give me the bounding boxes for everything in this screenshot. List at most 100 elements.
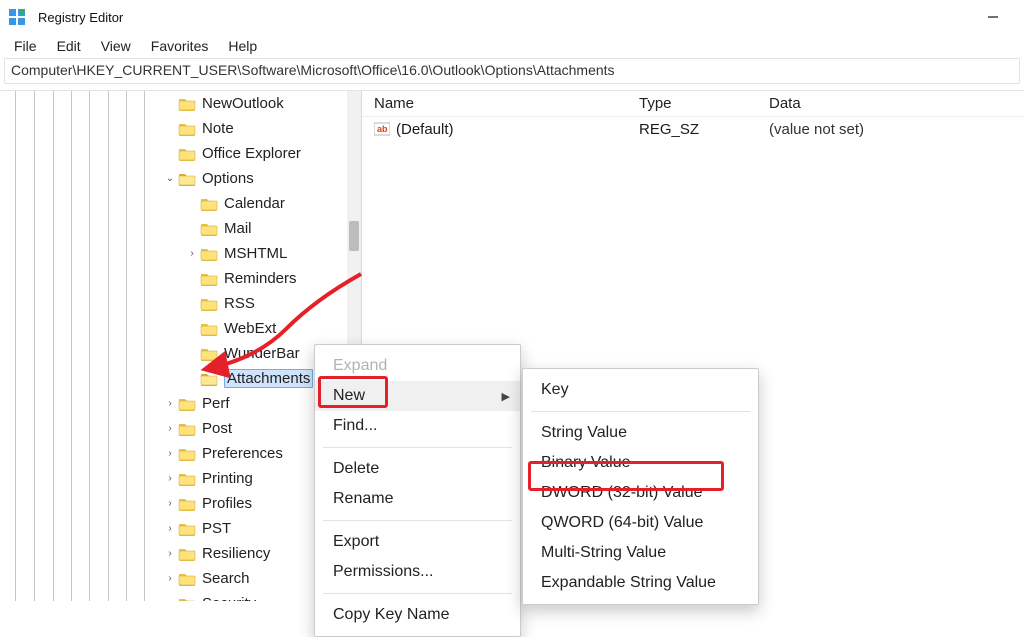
tree-item-label: Perf bbox=[202, 395, 230, 412]
ctx-separator bbox=[531, 411, 750, 412]
tree-item-label: Office Explorer bbox=[202, 145, 301, 162]
folder-icon bbox=[200, 196, 218, 211]
new-dword-value[interactable]: DWORD (32-bit) Value bbox=[523, 478, 758, 508]
folder-icon bbox=[178, 471, 196, 486]
tree-item[interactable]: › Profiles bbox=[0, 491, 361, 516]
menu-edit[interactable]: Edit bbox=[49, 36, 89, 56]
col-name[interactable]: Name bbox=[362, 95, 627, 112]
new-binary-value[interactable]: Binary Value bbox=[523, 448, 758, 478]
tree-item[interactable]: Office Explorer bbox=[0, 141, 361, 166]
chevron-right-icon[interactable]: › bbox=[162, 573, 178, 584]
context-submenu-new: Key String Value Binary Value DWORD (32-… bbox=[522, 368, 759, 605]
ctx-new-label: New bbox=[333, 387, 365, 405]
value-columns: Name Type Data bbox=[362, 91, 1024, 117]
value-name: (Default) bbox=[396, 121, 454, 138]
tree-item-label: PST bbox=[202, 520, 231, 537]
tree-item[interactable]: › Printing bbox=[0, 466, 361, 491]
key-tree[interactable]: NewOutlook Note Office Explorer ⌄ Options… bbox=[0, 91, 362, 601]
ctx-delete[interactable]: Delete bbox=[315, 454, 520, 484]
tree-item-label: MSHTML bbox=[224, 245, 287, 262]
folder-icon bbox=[200, 321, 218, 336]
menu-file[interactable]: File bbox=[6, 36, 45, 56]
tree-item[interactable]: RSS bbox=[0, 291, 361, 316]
value-data: (value not set) bbox=[757, 121, 1024, 138]
menu-help[interactable]: Help bbox=[220, 36, 265, 56]
ctx-copykeyname[interactable]: Copy Key Name bbox=[315, 600, 520, 630]
tree-item[interactable]: Calendar bbox=[0, 191, 361, 216]
tree-item[interactable]: › Perf bbox=[0, 391, 361, 416]
chevron-right-icon[interactable]: › bbox=[184, 248, 200, 259]
tree-item[interactable]: Mail bbox=[0, 216, 361, 241]
col-type[interactable]: Type bbox=[627, 95, 757, 112]
tree-item[interactable]: Attachments bbox=[0, 366, 361, 391]
address-bar[interactable]: Computer\HKEY_CURRENT_USER\Software\Micr… bbox=[4, 58, 1020, 84]
tree-item-label: Reminders bbox=[224, 270, 297, 287]
tree-item[interactable]: › Security bbox=[0, 591, 361, 601]
chevron-right-icon[interactable]: › bbox=[162, 448, 178, 459]
tree-item[interactable]: WebExt bbox=[0, 316, 361, 341]
tree-item[interactable]: › Resiliency bbox=[0, 541, 361, 566]
tree-item-label: Post bbox=[202, 420, 232, 437]
tree-item[interactable]: Reminders bbox=[0, 266, 361, 291]
new-multistring-value[interactable]: Multi-String Value bbox=[523, 538, 758, 568]
folder-icon bbox=[178, 521, 196, 536]
svg-text:ab: ab bbox=[377, 124, 388, 134]
tree-item[interactable]: NewOutlook bbox=[0, 91, 361, 116]
menu-view[interactable]: View bbox=[93, 36, 139, 56]
chevron-right-icon[interactable]: › bbox=[162, 473, 178, 484]
tree-item[interactable]: › Search bbox=[0, 566, 361, 591]
folder-icon bbox=[178, 121, 196, 136]
tree-item-label: Note bbox=[202, 120, 234, 137]
folder-icon bbox=[178, 96, 196, 111]
new-string-value[interactable]: String Value bbox=[523, 418, 758, 448]
tree-item[interactable]: › Post bbox=[0, 416, 361, 441]
registry-app-icon bbox=[8, 8, 26, 26]
tree-item[interactable]: › Preferences bbox=[0, 441, 361, 466]
col-data[interactable]: Data bbox=[757, 95, 1024, 112]
tree-item[interactable]: › PST bbox=[0, 516, 361, 541]
ctx-separator bbox=[323, 593, 512, 594]
folder-icon bbox=[178, 546, 196, 561]
menubar: File Edit View Favorites Help bbox=[0, 34, 1024, 58]
value-row[interactable]: ab (Default) REG_SZ (value not set) bbox=[362, 117, 1024, 141]
new-qword-value[interactable]: QWORD (64-bit) Value bbox=[523, 508, 758, 538]
chevron-right-icon[interactable]: › bbox=[162, 548, 178, 559]
ctx-rename[interactable]: Rename bbox=[315, 484, 520, 514]
new-key[interactable]: Key bbox=[523, 375, 758, 405]
tree-scroll-thumb[interactable] bbox=[349, 221, 359, 251]
tree-item[interactable]: ⌄ Options bbox=[0, 166, 361, 191]
ctx-expand: Expand bbox=[315, 351, 520, 381]
chevron-right-icon[interactable]: › bbox=[162, 523, 178, 534]
new-expandablestring-value[interactable]: Expandable String Value bbox=[523, 568, 758, 598]
string-value-icon: ab bbox=[374, 121, 390, 137]
ctx-separator bbox=[323, 520, 512, 521]
ctx-new[interactable]: New ▶ bbox=[315, 381, 520, 411]
ctx-export[interactable]: Export bbox=[315, 527, 520, 557]
ctx-permissions[interactable]: Permissions... bbox=[315, 557, 520, 587]
tree-item-label: Search bbox=[202, 570, 250, 587]
menu-favorites[interactable]: Favorites bbox=[143, 36, 217, 56]
tree-item-label: Options bbox=[202, 170, 254, 187]
minimize-button[interactable] bbox=[970, 2, 1016, 32]
chevron-right-icon[interactable]: › bbox=[162, 498, 178, 509]
folder-icon bbox=[178, 396, 196, 411]
titlebar: Registry Editor bbox=[0, 0, 1024, 34]
tree-item[interactable]: WunderBar bbox=[0, 341, 361, 366]
chevron-right-icon[interactable]: › bbox=[162, 398, 178, 409]
chevron-down-icon[interactable]: ⌄ bbox=[162, 173, 178, 184]
chevron-right-icon[interactable]: › bbox=[162, 423, 178, 434]
folder-icon bbox=[200, 246, 218, 261]
tree-item[interactable]: › MSHTML bbox=[0, 241, 361, 266]
tree-item-label: WebExt bbox=[224, 320, 276, 337]
folder-icon bbox=[178, 421, 196, 436]
value-type: REG_SZ bbox=[627, 121, 757, 138]
context-menu: Expand New ▶ Find... Delete Rename Expor… bbox=[314, 344, 521, 637]
tree-item-label: NewOutlook bbox=[202, 95, 284, 112]
window-title: Registry Editor bbox=[38, 10, 123, 25]
registry-editor-window: Registry Editor File Edit View Favorites… bbox=[0, 0, 1024, 601]
ctx-find[interactable]: Find... bbox=[315, 411, 520, 441]
tree-item-label: Attachments bbox=[224, 369, 313, 388]
folder-icon bbox=[178, 596, 196, 601]
folder-icon bbox=[200, 221, 218, 236]
tree-item[interactable]: Note bbox=[0, 116, 361, 141]
